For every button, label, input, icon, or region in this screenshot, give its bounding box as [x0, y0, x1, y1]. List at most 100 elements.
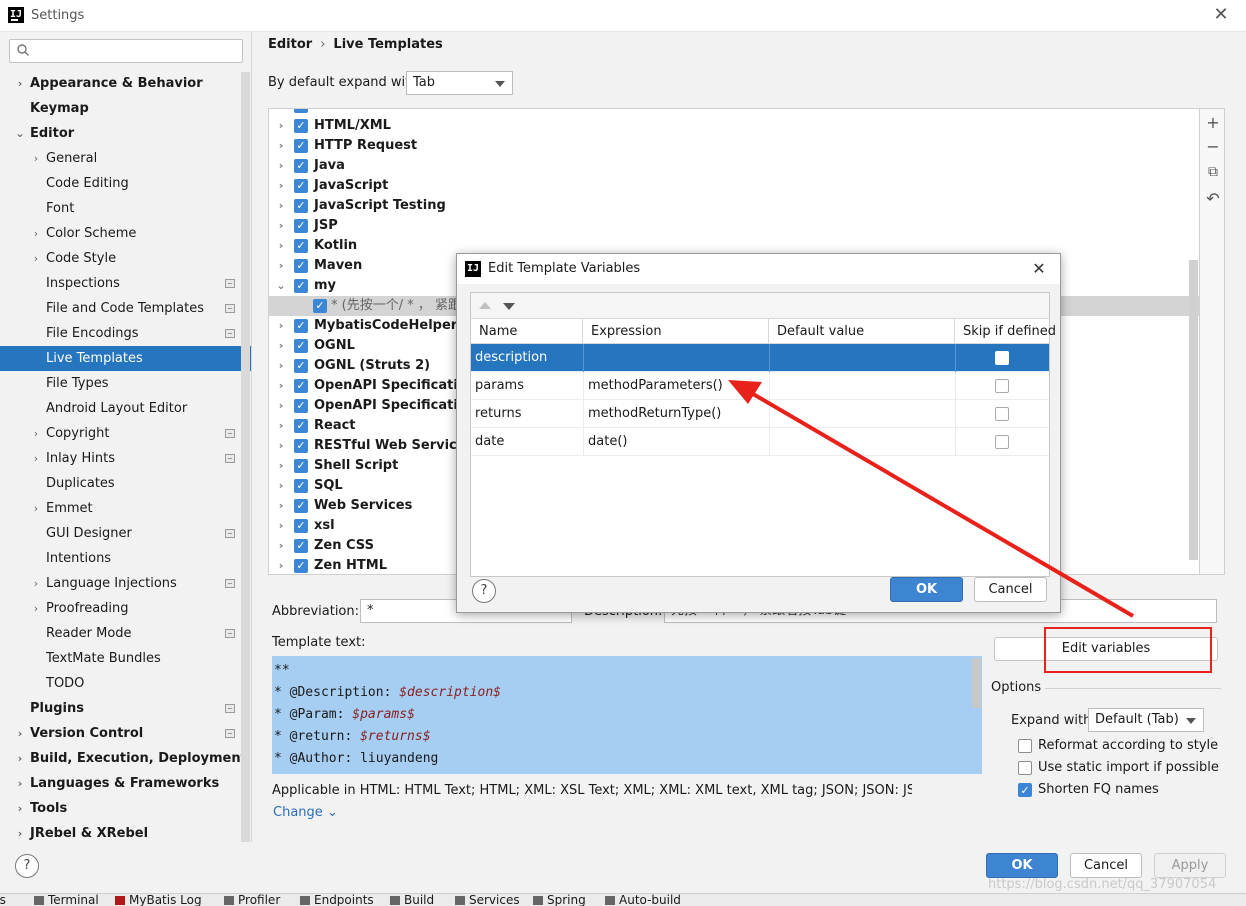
checkbox-checked-icon[interactable]: ✓ [294, 159, 308, 173]
chevron-right-icon[interactable]: › [14, 721, 26, 746]
variable-default-cell[interactable] [769, 372, 955, 400]
variable-expression-cell[interactable] [583, 344, 769, 372]
tool-window-button[interactable]: Terminal [34, 894, 99, 906]
sidebar-item[interactable]: Duplicates [0, 471, 240, 496]
chevron-right-icon[interactable]: › [14, 796, 26, 821]
sidebar-item[interactable]: Font [0, 196, 240, 221]
close-icon[interactable]: ✕ [1210, 4, 1232, 26]
ok-button[interactable]: OK [986, 853, 1058, 878]
sidebar-item[interactable]: TODO [0, 671, 240, 696]
chevron-right-icon[interactable]: › [275, 136, 287, 156]
checkbox-checked-icon[interactable]: ✓ [294, 559, 308, 573]
checkbox-checked-icon[interactable]: ✓ [294, 439, 308, 453]
sidebar-item[interactable]: › Proofreading [0, 596, 240, 621]
chevron-right-icon[interactable]: › [275, 456, 287, 476]
breadcrumb-parent[interactable]: Editor [268, 37, 312, 52]
chevron-right-icon[interactable]: › [14, 821, 26, 846]
checkbox-icon[interactable] [1018, 739, 1032, 753]
template-text-scrollbar[interactable] [972, 658, 981, 708]
checkbox-checked-icon[interactable]: ✓ [294, 419, 308, 433]
sidebar-item[interactable]: TextMate Bundles [0, 646, 240, 671]
chevron-right-icon[interactable]: › [275, 496, 287, 516]
sidebar-item[interactable]: › Version Control [0, 721, 240, 746]
variable-expression-cell[interactable]: methodParameters() [583, 372, 769, 400]
close-icon[interactable]: ✕ [1028, 258, 1050, 280]
variable-row[interactable]: params methodParameters() [471, 372, 1049, 400]
chevron-down-icon[interactable]: ⌄ [275, 276, 287, 296]
sidebar-item[interactable]: › Language Injections [0, 571, 240, 596]
sidebar-item[interactable]: › General [0, 146, 240, 171]
sidebar-item[interactable]: Intentions [0, 546, 240, 571]
chevron-right-icon[interactable]: › [275, 156, 287, 176]
chevron-right-icon[interactable]: › [30, 421, 42, 446]
checkbox-checked-icon[interactable]: ✓ [294, 379, 308, 393]
checkbox-checked-icon[interactable]: ✓ [294, 139, 308, 153]
chevron-right-icon[interactable]: › [30, 221, 42, 246]
chevron-right-icon[interactable]: › [275, 356, 287, 376]
skip-if-defined-checkbox[interactable] [995, 351, 1009, 365]
remove-icon[interactable]: − [1203, 137, 1223, 157]
template-group[interactable]: › ✓ CSS [269, 109, 1199, 116]
chevron-right-icon[interactable]: › [30, 571, 42, 596]
template-group[interactable]: › ✓ Java [269, 156, 1199, 176]
sidebar-item[interactable]: Plugins [0, 696, 240, 721]
variable-default-cell[interactable] [769, 428, 955, 456]
checkbox-checked-icon[interactable]: ✓ [294, 359, 308, 373]
sidebar-item[interactable]: File and Code Templates [0, 296, 240, 321]
checkbox-checked-icon[interactable]: ✓ [294, 199, 308, 213]
chevron-right-icon[interactable]: › [275, 376, 287, 396]
column-header-skip-if-defined[interactable]: Skip if defined [955, 319, 1056, 344]
chevron-right-icon[interactable]: › [275, 436, 287, 456]
chevron-right-icon[interactable]: › [275, 196, 287, 216]
chevron-right-icon[interactable]: › [275, 396, 287, 416]
variable-row[interactable]: returns methodReturnType() [471, 400, 1049, 428]
chevron-right-icon[interactable]: › [275, 256, 287, 276]
checkbox-checked-icon[interactable]: ✓ [294, 219, 308, 233]
chevron-right-icon[interactable]: › [275, 536, 287, 556]
dialog-cancel-button[interactable]: Cancel [974, 577, 1047, 602]
chevron-right-icon[interactable]: › [275, 116, 287, 136]
variable-expression-cell[interactable]: methodReturnType() [583, 400, 769, 428]
checkbox-checked-icon[interactable]: ✓ [294, 109, 308, 113]
chevron-right-icon[interactable]: › [30, 496, 42, 521]
variable-name-cell[interactable]: params [471, 372, 583, 400]
checkbox-checked-icon[interactable]: ✓ [294, 179, 308, 193]
checkbox-checked-icon[interactable]: ✓ [313, 299, 327, 313]
chevron-down-icon[interactable]: ⌄ [14, 121, 26, 146]
skip-if-defined-checkbox[interactable] [995, 379, 1009, 393]
sidebar-item[interactable]: › JRebel & XRebel [0, 821, 240, 846]
column-header-expression[interactable]: Expression [583, 319, 769, 344]
add-icon[interactable]: + [1203, 113, 1223, 133]
checkbox-checked-icon[interactable]: ✓ [294, 239, 308, 253]
sidebar-item[interactable]: › Color Scheme [0, 221, 240, 246]
move-down-icon[interactable] [503, 303, 515, 310]
variable-name-cell[interactable]: description [471, 344, 583, 372]
chevron-right-icon[interactable]: › [275, 316, 287, 336]
chevron-right-icon[interactable]: › [30, 596, 42, 621]
variable-default-cell[interactable] [769, 400, 955, 428]
dialog-help-button[interactable]: ? [472, 579, 496, 603]
sidebar-item[interactable]: Code Editing [0, 171, 240, 196]
chevron-right-icon[interactable]: › [14, 71, 26, 96]
expand-default-select[interactable]: Tab [406, 71, 513, 95]
cancel-button[interactable]: Cancel [1070, 853, 1142, 878]
variable-name-cell[interactable]: returns [471, 400, 583, 428]
chevron-right-icon[interactable]: › [275, 516, 287, 536]
template-group[interactable]: › ✓ JSP [269, 216, 1199, 236]
chevron-right-icon[interactable]: › [30, 246, 42, 271]
sidebar-item[interactable]: › Build, Execution, Deployment [0, 746, 247, 771]
checkbox-checked-icon[interactable]: ✓ [1018, 783, 1032, 797]
change-context-link[interactable]: Change ⌄ [273, 805, 338, 820]
variable-row[interactable]: date date() [471, 428, 1049, 456]
checkbox-checked-icon[interactable]: ✓ [294, 499, 308, 513]
tool-window-button[interactable]: MyBatis Log [115, 894, 202, 906]
sidebar-item[interactable]: Live Templates [0, 346, 251, 371]
chevron-right-icon[interactable]: › [30, 146, 42, 171]
checkbox-checked-icon[interactable]: ✓ [294, 259, 308, 273]
chevron-right-icon[interactable]: › [275, 556, 287, 574]
template-group[interactable]: › ✓ JavaScript Testing [269, 196, 1199, 216]
variable-name-cell[interactable]: date [471, 428, 583, 456]
chevron-right-icon[interactable]: › [275, 176, 287, 196]
checkbox-checked-icon[interactable]: ✓ [294, 339, 308, 353]
sidebar-item[interactable]: › Languages & Frameworks [0, 771, 240, 796]
